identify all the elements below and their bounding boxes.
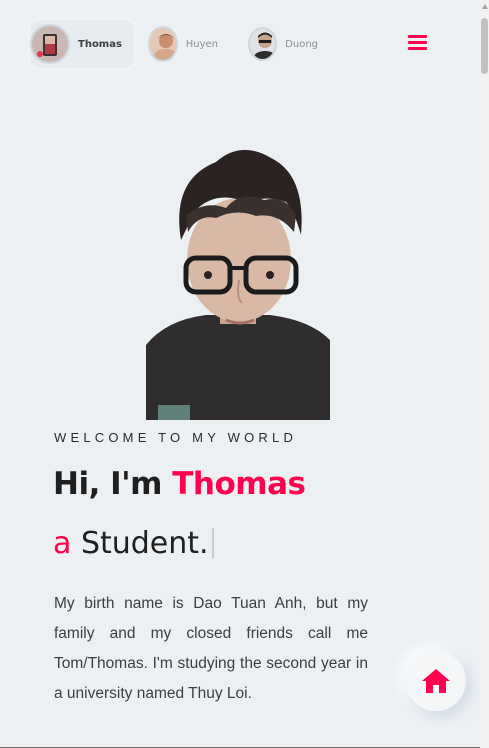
role-line: a Student. <box>53 526 214 561</box>
avatar <box>148 26 178 62</box>
role-article: a <box>53 526 72 561</box>
hamburger-menu-icon[interactable] <box>405 32 429 56</box>
scrollbar-thumb[interactable] <box>481 18 488 74</box>
bio-paragraph: My birth name is Dao Tuan Anh, but my fa… <box>54 595 368 702</box>
home-icon <box>422 669 450 693</box>
avatar <box>30 24 70 64</box>
avatar <box>248 27 278 61</box>
scroll-up-icon[interactable] <box>482 4 488 9</box>
greeting-name: Thomas <box>172 466 306 502</box>
profile-tab-thomas[interactable]: Thomas <box>30 20 134 68</box>
greeting-prefix: Hi, I'm <box>53 466 173 502</box>
greeting-title: Hi, I'm Thomas <box>53 466 306 502</box>
home-button[interactable] <box>406 651 466 711</box>
profile-tab-duong[interactable]: Duong <box>248 20 328 68</box>
profile-name: Duong <box>285 38 318 50</box>
profile-name: Thomas <box>78 38 122 50</box>
top-navigation: Thomas Huyen Duong <box>0 0 480 86</box>
profile-tab-huyen[interactable]: Huyen <box>148 20 228 68</box>
profile-photo <box>146 140 330 420</box>
typing-cursor <box>211 528 214 558</box>
welcome-heading: WELCOME TO MY WORLD <box>54 430 298 445</box>
profile-name: Huyen <box>185 38 218 50</box>
role-text: Student. <box>80 526 209 561</box>
vertical-scrollbar[interactable] <box>480 0 489 748</box>
